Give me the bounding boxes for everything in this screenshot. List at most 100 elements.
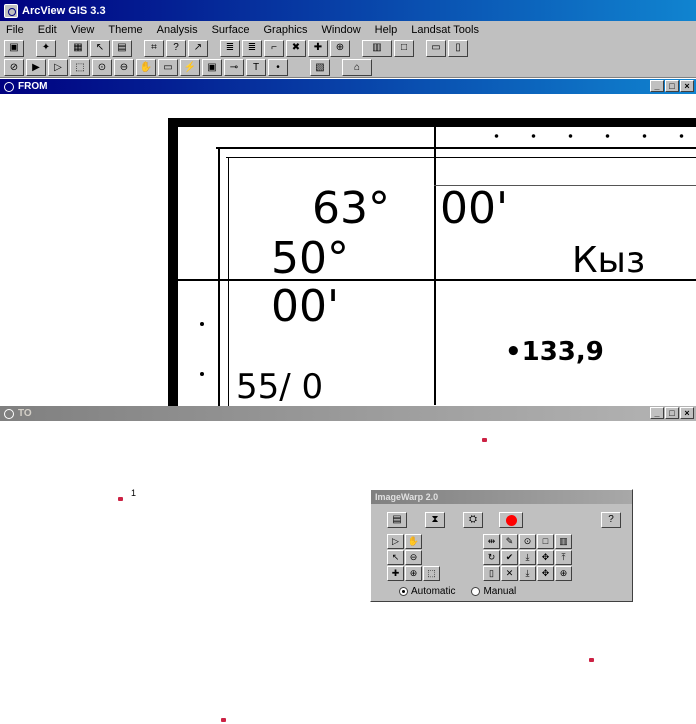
columns-icon[interactable]: ▥ [555,534,572,549]
expand-icon[interactable]: ✥ [537,550,554,565]
query-builder-icon[interactable]: ≣ [220,39,240,57]
theme-properties-icon[interactable]: ▦ [68,39,88,57]
minimize-icon[interactable]: _ [650,80,664,92]
pan-hand-icon[interactable]: ✋ [405,534,422,549]
pan-icon[interactable]: ✋ [136,59,156,76]
from-map-view[interactable]: 63° 00' 50° 00' Кыз •133,9 55/ 0 [0,95,696,406]
measure-icon[interactable]: ▭ [158,59,178,76]
label-icon[interactable]: ⊸ [224,59,244,76]
close-icon[interactable]: × [680,407,694,419]
menu-window[interactable]: Window [322,24,361,36]
map-graticule-dots [478,134,696,138]
move-down-icon[interactable]: ⤓ [519,550,536,565]
select-by-theme-icon[interactable]: ≣ [242,39,262,57]
to-window-title-bar[interactable]: TO _ □ × [0,406,696,421]
zoom-out-icon[interactable]: ⊖ [405,550,422,565]
select-feature-icon[interactable]: ⬚ [70,59,90,76]
save-project-icon[interactable]: ▣ [4,39,24,57]
add-point-icon[interactable]: ✚ [387,566,404,581]
zoom-selected-icon[interactable]: ✖ [286,39,306,57]
manual-label: Manual [483,586,517,597]
manual-radio[interactable]: Manual [471,586,516,597]
button-bar: ▣ ✦ ▦ ↖ ▤ ⌗ ? ↗ ≣ ≣ ⌐ ✖ ✚ ⊕ ▥ □ ▭ ▯ [0,38,696,58]
clear-icon[interactable]: ▯ [483,566,500,581]
control-point-marker[interactable] [482,438,487,442]
control-point-marker[interactable] [221,718,226,722]
from-window-title-bar[interactable]: FROM _ □ × [0,79,696,94]
menu-graphics[interactable]: Graphics [264,24,308,36]
vertex-edit-icon[interactable]: ▷ [48,59,68,76]
automatic-label: Automatic [411,586,456,597]
select-link-icon[interactable]: ▷ [387,534,404,549]
map-longitude-degrees: 63° [312,183,390,234]
frame-icon[interactable]: □ [394,39,414,57]
clear-selection-icon[interactable]: ⌐ [264,39,284,57]
record-button[interactable] [499,512,523,528]
menu-surface[interactable]: Surface [212,24,250,36]
pointer-icon[interactable]: ▶ [26,59,46,76]
identify-icon[interactable]: ⊘ [4,59,24,76]
menu-file[interactable]: File [6,24,24,36]
snap-icon[interactable]: ▧ [310,59,330,76]
to-window-controls: _ □ × [650,407,694,419]
control-point-label: 1 [131,488,137,498]
hot-link-icon[interactable]: ↗ [188,39,208,57]
move-point-icon[interactable]: ⤓ [519,566,536,581]
link-table-icon[interactable]: ⧗ [425,512,445,528]
add-theme-icon[interactable]: ✦ [36,39,56,57]
print-icon[interactable]: ▭ [426,39,446,57]
locate-address-icon[interactable]: ? [166,39,186,57]
zoom-active-icon[interactable]: ⊕ [330,39,350,57]
warp-mode-group: Automatic Manual [399,586,516,597]
zoom-full-extent-icon[interactable]: ✚ [308,39,328,57]
area-of-interest-icon[interactable]: ▣ [202,59,222,76]
imagewarp-title-bar[interactable]: ImageWarp 2.0 [371,490,632,504]
warp-settings-icon[interactable]: ⛭ [463,512,483,528]
menu-edit[interactable]: Edit [38,24,57,36]
edit-link-icon[interactable]: ✎ [501,534,518,549]
zoom-extent-icon[interactable]: ⬚ [423,566,440,581]
open-table-icon[interactable]: ▤ [112,39,132,57]
help-button[interactable]: ? [601,512,621,528]
nudge-icon[interactable]: ⊕ [555,566,572,581]
control-point-marker[interactable] [118,497,123,501]
link-points-icon[interactable]: ⇹ [483,534,500,549]
menu-theme[interactable]: Theme [108,24,142,36]
layout-icon[interactable]: ▥ [362,39,392,57]
arrow-tool-icon[interactable]: ↖ [387,550,404,565]
close-icon[interactable]: × [680,80,694,92]
edit-legend-icon[interactable]: ↖ [90,39,110,57]
menu-view[interactable]: View [71,24,95,36]
delete-link-icon[interactable]: ✕ [501,566,518,581]
extension-tool-icon[interactable]: ⌂ [342,59,372,76]
maximize-icon[interactable]: □ [665,80,679,92]
draw-point-icon[interactable]: • [268,59,288,76]
zoom-out-icon[interactable]: ⊖ [114,59,134,76]
fit-icon[interactable]: ✥ [537,566,554,581]
accept-icon[interactable]: ✔ [501,550,518,565]
menu-analysis[interactable]: Analysis [157,24,198,36]
minimize-icon[interactable]: _ [650,407,664,419]
blank-frame-icon[interactable]: □ [537,534,554,549]
zoom-in-icon[interactable]: ⊕ [405,566,422,581]
view-icon [4,408,14,419]
text-tool-icon[interactable]: T [246,59,266,76]
app-title-bar[interactable]: ArcView GIS 3.3 [0,0,696,21]
open-link-file-icon[interactable]: ▤ [387,512,407,528]
map-inner-border-vertical [218,147,220,406]
find-icon[interactable]: ⌗ [144,39,164,57]
hotlink-tool-icon[interactable]: ⚡ [180,59,200,76]
move-up-icon[interactable]: ⤒ [555,550,572,565]
map-frame-line-vertical [228,157,229,406]
maximize-icon[interactable]: □ [665,407,679,419]
map-frame-line [226,157,696,158]
menu-landsat-tools[interactable]: Landsat Tools [411,24,479,36]
overflow-icon[interactable]: ▯ [448,39,468,57]
zoom-in-icon[interactable]: ⊙ [92,59,112,76]
refresh-icon[interactable]: ↻ [483,550,500,565]
control-point-marker[interactable] [589,658,594,662]
zoom-link-icon[interactable]: ⊙ [519,534,536,549]
record-icon [505,514,517,526]
automatic-radio[interactable]: Automatic [399,586,455,597]
menu-help[interactable]: Help [375,24,398,36]
